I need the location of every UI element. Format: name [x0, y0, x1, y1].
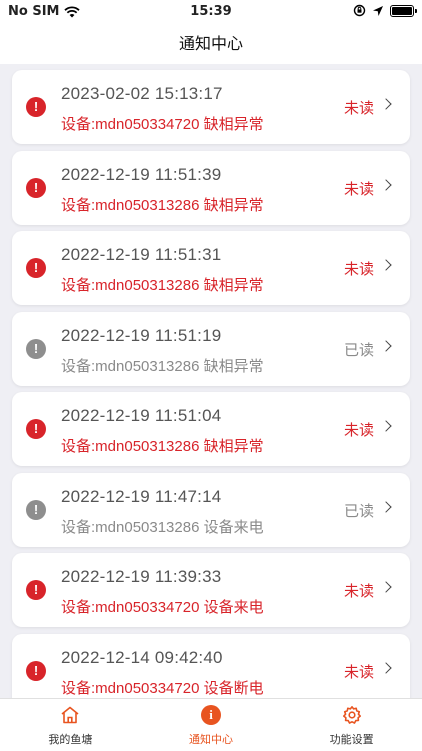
notification-card[interactable]: ! 2022-12-19 11:51:31 设备:mdn050313286 缺相异常…: [12, 231, 410, 305]
notification-description: 设备:mdn050334720 缺相异常: [61, 116, 264, 133]
notification-description: 设备:mdn050334720 设备来电: [61, 599, 264, 616]
notification-card[interactable]: ! 2022-12-19 11:47:14 设备:mdn050313286 设备来电…: [12, 472, 410, 547]
tab-label: 功能设置: [329, 733, 374, 746]
notification-time: 2022-12-19 11:47:14: [61, 486, 222, 506]
notification-description: 设备:mdn050313286 缺相异常: [61, 196, 264, 214]
notification-card[interactable]: ! 2023-02-02 15:13:17 设备:mdn050334720 缺相异常…: [12, 70, 410, 144]
notification-description: 设备:mdn050313286 缺相异常: [61, 438, 264, 455]
notification-description: 设备:mdn050313286 缺相异常: [61, 357, 264, 375]
notification-card[interactable]: ! 2022-12-14 09:42:40 设备:mdn050334720 设备断电…: [12, 633, 410, 698]
notification-time: 2022-12-19 11:51:31: [61, 245, 222, 264]
status-right: [353, 4, 417, 17]
read-status: 未读: [343, 260, 374, 278]
tab-notification-center[interactable]: i 通知中心: [141, 699, 282, 751]
orientation-lock-icon: [353, 4, 366, 17]
read-status: 已读: [343, 501, 374, 520]
info-icon: i: [201, 705, 221, 725]
tab-settings[interactable]: 功能设置: [281, 699, 422, 751]
alert-icon: !: [26, 660, 46, 681]
alert-icon: !: [26, 97, 46, 117]
alert-icon: !: [26, 338, 46, 359]
notification-description: 设备:mdn050313286 缺相异常: [61, 277, 264, 294]
alert-icon: !: [26, 580, 46, 600]
chevron-right-icon: [380, 420, 392, 432]
chevron-right-icon: [380, 500, 392, 513]
read-status: 未读: [343, 582, 374, 600]
tab-bar: 我的鱼塘 i 通知中心 功能设置: [0, 698, 422, 751]
alert-icon: !: [26, 419, 46, 439]
notification-time: 2022-12-19 11:51:04: [61, 406, 222, 425]
notification-card[interactable]: ! 2022-12-19 11:51:19 设备:mdn050313286 缺相异常…: [12, 311, 410, 386]
chevron-right-icon: [380, 581, 392, 593]
location-arrow-icon: [373, 5, 383, 16]
chevron-right-icon: [380, 178, 392, 191]
gear-icon: [342, 706, 361, 724]
read-status: 未读: [343, 421, 374, 439]
notification-time: 2022-12-19 11:51:19: [61, 325, 222, 345]
alert-icon: !: [26, 499, 46, 520]
chevron-right-icon: [380, 339, 392, 352]
chevron-right-icon: [380, 259, 392, 271]
notification-list[interactable]: ! 2023-02-02 15:13:17 设备:mdn050334720 缺相异常…: [0, 68, 422, 698]
tab-label: 我的鱼塘: [48, 733, 93, 746]
alert-icon: !: [26, 177, 46, 198]
read-status: 已读: [343, 340, 374, 359]
read-status: 未读: [343, 179, 374, 198]
page-title: 通知中心: [0, 24, 422, 64]
battery-icon: [390, 4, 417, 17]
tab-my-pond[interactable]: 我的鱼塘: [0, 699, 141, 751]
status-bar: No SIM 15:39: [0, 0, 422, 24]
chevron-right-icon: [380, 98, 392, 110]
notification-description: 设备:mdn050313286 设备来电: [61, 518, 264, 536]
alert-icon: !: [26, 258, 46, 278]
notification-card[interactable]: ! 2022-12-19 11:39:33 设备:mdn050334720 设备来电…: [12, 553, 410, 627]
read-status: 未读: [343, 662, 374, 681]
notification-time: 2023-02-02 15:13:17: [61, 84, 223, 103]
notification-description: 设备:mdn050334720 设备断电: [61, 679, 264, 697]
notification-card[interactable]: ! 2022-12-19 11:51:04 设备:mdn050313286 缺相异常…: [12, 392, 410, 466]
home-icon: [61, 706, 79, 724]
notification-time: 2022-12-14 09:42:40: [61, 647, 223, 667]
read-status: 未读: [343, 99, 374, 117]
notification-card[interactable]: ! 2022-12-19 11:51:39 设备:mdn050313286 缺相异常…: [12, 150, 410, 225]
notification-time: 2022-12-19 11:51:39: [61, 164, 222, 184]
notification-time: 2022-12-19 11:39:33: [61, 567, 222, 586]
chevron-right-icon: [380, 661, 392, 674]
tab-label: 通知中心: [189, 733, 233, 746]
